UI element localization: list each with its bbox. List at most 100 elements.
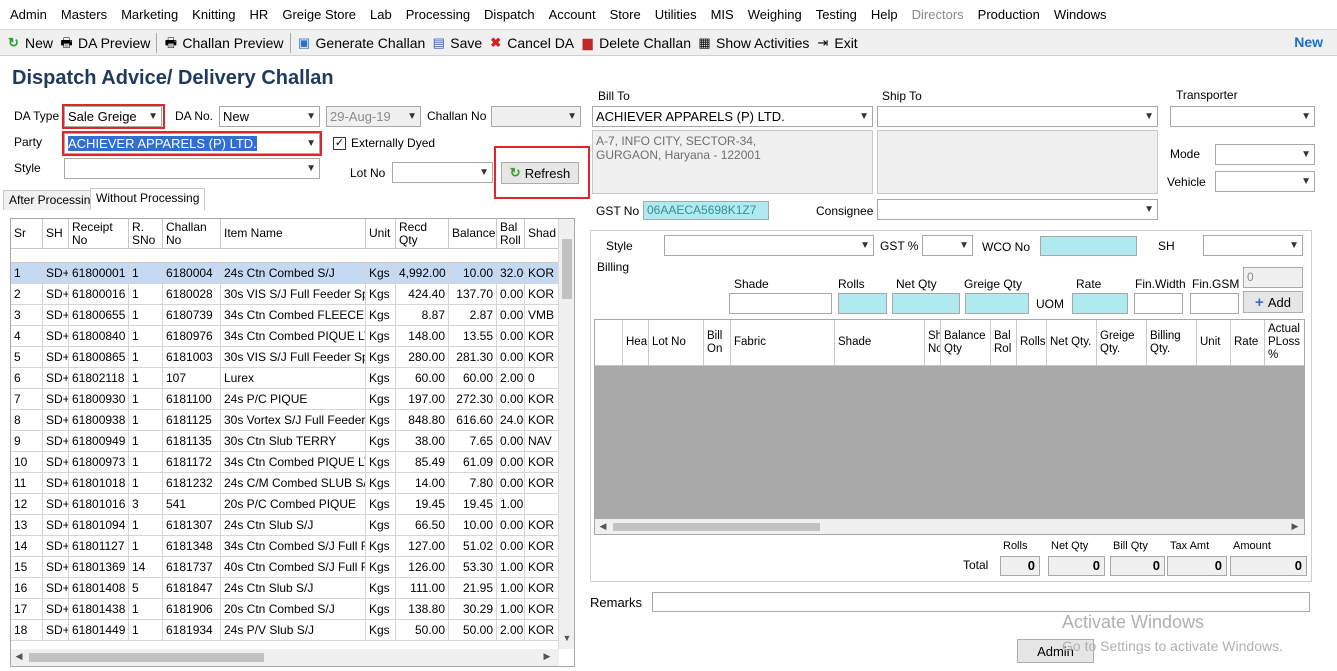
menu-item-processing[interactable]: Processing [399, 0, 477, 30]
scroll-right-icon[interactable]: ▶ [541, 651, 553, 662]
shade-input[interactable] [729, 293, 832, 314]
table-row[interactable]: 15 SD+ 61801369 14 6181737 40s Ctn Combed S/J… [11, 557, 559, 578]
rate-input[interactable] [1072, 293, 1128, 314]
ship-to-combo[interactable]: ▼ [877, 106, 1158, 127]
column-header[interactable]: Rate [1231, 320, 1265, 366]
externally-dyed-checkbox[interactable]: ✓ [333, 137, 346, 150]
table-row[interactable]: 2 SD+ 61800016 1 6180028 30s VIS S/J Full Fee… [11, 284, 559, 305]
billing-grid-horizontal-scrollbar[interactable]: ◀ ▶ [595, 519, 1304, 534]
column-header[interactable]: Bal Rol [991, 320, 1017, 366]
show-activities-button[interactable]: ▦ Show Activities [697, 35, 809, 51]
greige-qty-input[interactable] [965, 293, 1029, 314]
menu-item-production[interactable]: Production [971, 0, 1047, 30]
column-header[interactable]: R. SNo [129, 219, 163, 249]
gst-no-field[interactable]: 06AAECA5698K1Z7 [643, 201, 769, 220]
refresh-button[interactable]: ↻ Refresh [501, 162, 579, 184]
column-header[interactable]: Unit [1197, 320, 1231, 366]
menu-item-directors[interactable]: Directors [905, 0, 971, 30]
scroll-thumb[interactable] [29, 653, 264, 662]
column-header[interactable]: Bal Roll [497, 219, 525, 249]
column-header[interactable]: Sh No [925, 320, 941, 366]
table-row[interactable]: 10 SD+ 61800973 1 6181172 34s Ctn Combed PIQU… [11, 452, 559, 473]
billing-style-combo[interactable]: ▼ [664, 235, 874, 256]
column-header[interactable]: Item Name [221, 219, 366, 249]
grid-vertical-scrollbar[interactable]: ▼ [558, 219, 574, 649]
sh-combo[interactable]: ▼ [1203, 235, 1303, 256]
scroll-right-icon[interactable]: ▶ [1289, 521, 1301, 532]
da-no-combo[interactable]: New ▼ [219, 106, 320, 127]
menu-item-weighing[interactable]: Weighing [741, 0, 809, 30]
table-row[interactable]: 14 SD+ 61801127 1 6181348 34s Ctn Combed S/J … [11, 536, 559, 557]
column-header[interactable]: Bill On [704, 320, 731, 366]
style-combo[interactable]: ▼ [64, 158, 320, 179]
column-header[interactable]: SH [43, 219, 69, 249]
table-row[interactable]: 4 SD+ 61800840 1 6180976 34s Ctn Combed PIQUE… [11, 326, 559, 347]
column-header[interactable]: Receipt No [69, 219, 129, 249]
scroll-thumb[interactable] [613, 523, 820, 531]
tab-after-processing[interactable]: After Processing [3, 190, 104, 210]
column-header[interactable]: Sr [11, 219, 43, 249]
challan-no-combo[interactable]: ▼ [491, 106, 581, 127]
mode-combo[interactable]: ▼ [1215, 144, 1315, 165]
column-header[interactable]: Recd Qty [396, 219, 449, 249]
column-header[interactable]: Balance Qty [941, 320, 991, 366]
table-row[interactable]: 5 SD+ 61800865 1 6181003 30s VIS S/J Full Fee… [11, 347, 559, 368]
table-row[interactable]: 17 SD+ 61801438 1 6181906 20s Ctn Combed S/J K… [11, 599, 559, 620]
cancel-da-button[interactable]: ✖ Cancel DA [488, 35, 574, 51]
table-row[interactable]: 18 SD+ 61801449 1 6181934 24s P/V Slub S/J Kgs… [11, 620, 559, 641]
column-header[interactable]: Challan No [163, 219, 221, 249]
grid-horizontal-scrollbar[interactable]: ◀ ▶ [11, 649, 559, 666]
column-header[interactable]: Actual PLoss % [1265, 320, 1304, 366]
wco-no-field[interactable] [1040, 236, 1137, 256]
table-row[interactable]: 12 SD+ 61801016 3 541 20s P/C Combed PIQUE Kgs… [11, 494, 559, 515]
menu-item-account[interactable]: Account [542, 0, 603, 30]
consignee-combo[interactable]: ▼ [877, 199, 1158, 220]
billing-grid[interactable]: HeaLot NoBill OnFabricShadeSh NoBalance … [594, 319, 1305, 535]
menu-item-greige-store[interactable]: Greige Store [275, 0, 363, 30]
menu-item-admin[interactable]: Admin [3, 0, 54, 30]
menu-item-utilities[interactable]: Utilities [648, 0, 704, 30]
menu-item-lab[interactable]: Lab [363, 0, 399, 30]
challan-preview-button[interactable]: 🖶 Challan Preview [163, 35, 284, 51]
menu-item-hr[interactable]: HR [243, 0, 276, 30]
table-row[interactable]: 6 SD+ 61802118 1 107 Lurex Kgs 60.00 60.00 2.00 0 [11, 368, 559, 389]
exit-button[interactable]: ⇥ Exit [815, 35, 857, 51]
bill-to-combo[interactable]: ACHIEVER APPARELS (P) LTD. ▼ [592, 106, 873, 127]
rolls-input[interactable] [838, 293, 887, 314]
net-qty-input[interactable] [892, 293, 960, 314]
column-header[interactable]: Greige Qty. [1097, 320, 1147, 366]
menu-item-dispatch[interactable]: Dispatch [477, 0, 542, 30]
scroll-down-icon[interactable]: ▼ [559, 633, 574, 643]
column-header[interactable]: Unit [366, 219, 396, 249]
column-header[interactable] [595, 320, 623, 366]
menu-item-masters[interactable]: Masters [54, 0, 114, 30]
table-row[interactable]: 7 SD+ 61800930 1 6181100 24s P/C PIQUE Kgs 197.… [11, 389, 559, 410]
da-preview-button[interactable]: 🖶 DA Preview [59, 35, 150, 51]
table-row[interactable]: 9 SD+ 61800949 1 6181135 30s Ctn Slub TERRY Kg… [11, 431, 559, 452]
column-header[interactable]: Fabric [731, 320, 835, 366]
column-header[interactable]: Shade [835, 320, 925, 366]
add-button[interactable]: + Add [1243, 291, 1303, 313]
table-row[interactable]: 3 SD+ 61800655 1 6180739 34s Ctn Combed FLEEC… [11, 305, 559, 326]
table-row[interactable]: 13 SD+ 61801094 1 6181307 24s Ctn Slub S/J Kgs… [11, 515, 559, 536]
delete-challan-button[interactable]: ▆ Delete Challan [580, 35, 691, 51]
menu-item-help[interactable]: Help [864, 0, 905, 30]
column-header[interactable]: Lot No [649, 320, 704, 366]
column-header[interactable]: Shad [525, 219, 559, 249]
menu-item-mis[interactable]: MIS [704, 0, 741, 30]
table-row[interactable]: 11 SD+ 61801018 1 6181232 24s C/M Combed SLUB… [11, 473, 559, 494]
table-row[interactable]: 8 SD+ 61800938 1 6181125 30s Vortex S/J Full … [11, 410, 559, 431]
new-button[interactable]: ↻ New [6, 35, 53, 51]
menu-item-knitting[interactable]: Knitting [185, 0, 242, 30]
fin-width-input[interactable] [1134, 293, 1183, 314]
column-header[interactable]: Balance [449, 219, 497, 249]
column-header[interactable]: Billing Qty. [1147, 320, 1197, 366]
menu-item-marketing[interactable]: Marketing [114, 0, 185, 30]
dispatch-grid[interactable]: Sr SH Receipt No R. SNo Challan No Item Name U… [10, 218, 575, 667]
table-row[interactable]: 1 SD+ 61800001 1 6180004 24s Ctn Combed S/J Kg… [11, 263, 559, 284]
menu-item-store[interactable]: Store [603, 0, 648, 30]
scroll-left-icon[interactable]: ◀ [597, 521, 609, 532]
scroll-left-icon[interactable]: ◀ [13, 651, 25, 662]
vehicle-combo[interactable]: ▼ [1215, 171, 1315, 192]
column-header[interactable]: Net Qty. [1047, 320, 1097, 366]
